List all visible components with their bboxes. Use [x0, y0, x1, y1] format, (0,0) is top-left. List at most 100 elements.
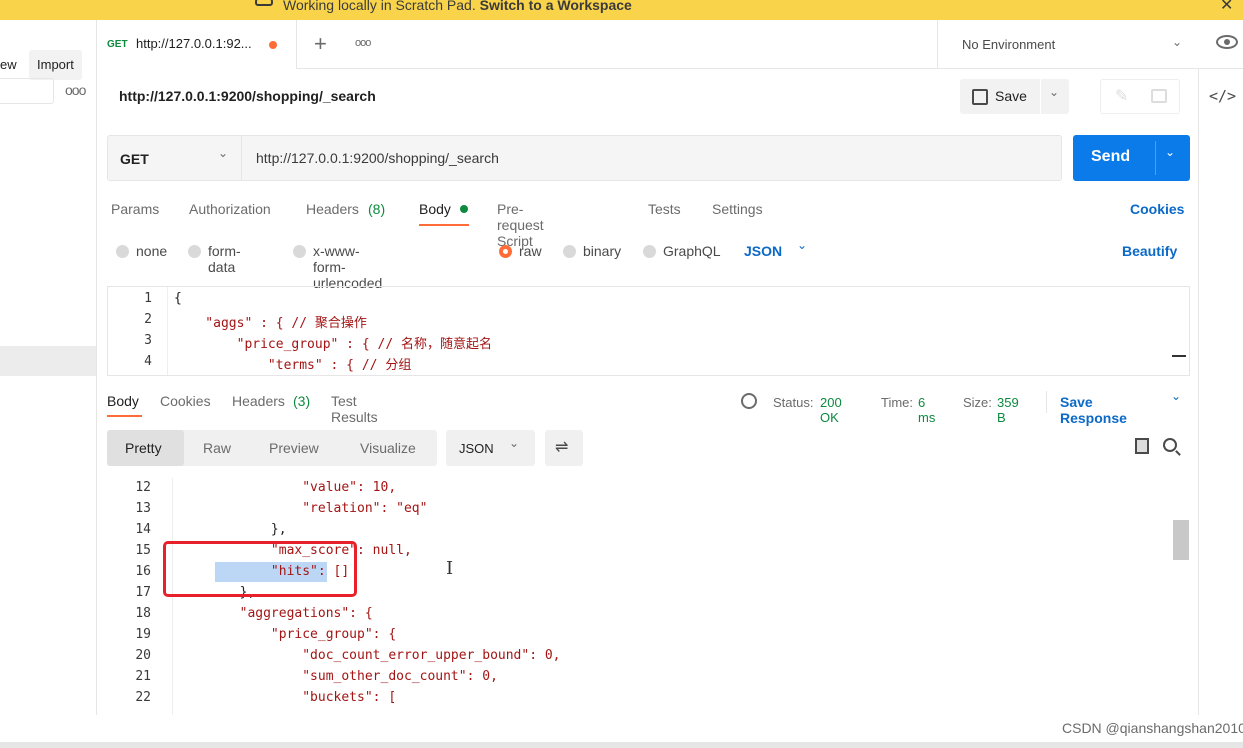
view-pretty[interactable]: Pretty — [125, 440, 162, 456]
view-preview[interactable]: Preview — [269, 440, 319, 456]
globe-icon[interactable] — [741, 393, 757, 409]
radio-binary[interactable] — [563, 245, 576, 258]
view-raw[interactable]: Raw — [203, 440, 231, 456]
method-select[interactable]: GET ⌄ — [108, 136, 242, 180]
tab-authorization[interactable]: Authorization — [189, 201, 271, 217]
label-graphql: GraphQL — [663, 243, 721, 259]
line-number: 19 — [135, 627, 151, 642]
resp-tab-cookies[interactable]: Cookies — [160, 393, 211, 409]
tab-settings[interactable]: Settings — [712, 201, 763, 217]
banner-message: Working locally in Scratch Pad. Switch t… — [283, 0, 632, 18]
scratchpad-banner: Working locally in Scratch Pad. Switch t… — [0, 0, 1243, 20]
status-value: 200 OK — [820, 395, 842, 425]
new-button[interactable]: ew — [0, 50, 25, 80]
radio-graphql[interactable] — [643, 245, 656, 258]
save-label: Save — [995, 88, 1027, 104]
resize-handle[interactable] — [1172, 355, 1186, 357]
unsaved-dot-icon — [269, 41, 277, 49]
import-button[interactable]: Import — [29, 50, 82, 80]
resp-active-underline — [107, 415, 142, 417]
tab-tests[interactable]: Tests — [648, 201, 681, 217]
label-none: none — [136, 243, 168, 259]
save-button[interactable]: Save — [960, 79, 1040, 114]
highlight-box — [163, 541, 357, 597]
format-label: JSON — [459, 441, 494, 456]
line-number: 18 — [135, 606, 151, 621]
beautify-link[interactable]: Beautify — [1122, 243, 1177, 259]
label-raw: raw — [519, 243, 542, 259]
more-icon[interactable]: ooo — [65, 82, 86, 98]
search-icon-handle — [1175, 450, 1181, 456]
code-line: "doc_count_error_upper_bound": 0, — [177, 648, 561, 663]
radio-urlencoded[interactable] — [293, 245, 306, 258]
send-divider — [1155, 141, 1156, 175]
code-line: { — [174, 291, 182, 306]
label-urlencoded: x-www-form-urlencoded — [313, 243, 383, 291]
request-tab[interactable]: GET http://127.0.0.1:92... — [97, 20, 297, 69]
send-label: Send — [1091, 148, 1131, 165]
json-type-select[interactable]: JSON — [744, 243, 782, 259]
code-line: "price_group": { — [177, 627, 397, 642]
close-icon[interactable]: ✕ — [1220, 0, 1233, 15]
new-tab-plus-icon[interactable]: + — [314, 31, 327, 57]
line-number: 14 — [135, 522, 151, 537]
tab-prerequest[interactable]: Pre-request Script — [497, 201, 544, 249]
size-label: Size: — [963, 395, 992, 410]
headers-count: (8) — [368, 201, 386, 217]
body-status-dot — [460, 205, 468, 213]
radio-none[interactable] — [116, 245, 129, 258]
code-icon[interactable]: </> — [1209, 87, 1236, 105]
resp-tab-body[interactable]: Body — [107, 393, 139, 409]
response-body[interactable]: 12 13 14 15 16 17 18 19 20 21 22 "value"… — [107, 478, 1190, 715]
tab-more-icon[interactable]: ooo — [355, 37, 371, 49]
tab-params[interactable]: Params — [111, 201, 159, 217]
time-label: Time: — [881, 395, 914, 410]
sidebar-selected-row[interactable] — [0, 346, 96, 376]
edit-button[interactable]: ✎ — [1100, 79, 1180, 114]
code-line: }, — [177, 522, 287, 537]
chevron-down-icon[interactable]: ⌄ — [1171, 389, 1181, 403]
save-icon — [972, 89, 988, 105]
send-button[interactable]: Send ⌄ — [1073, 135, 1190, 181]
eye-pupil-icon — [1224, 39, 1230, 45]
tab-body[interactable]: Body — [419, 201, 451, 217]
request-body-editor[interactable]: 1 2 3 4 { "aggs" : { // 聚合操作 "price_grou… — [107, 286, 1190, 376]
label-binary: binary — [583, 243, 622, 259]
scrollbar-thumb[interactable] — [1173, 520, 1189, 560]
request-header: http://127.0.0.1:9200/shopping/_search S… — [97, 69, 1197, 124]
status-label: Status: — [773, 395, 814, 410]
chevron-down-icon: ⌄ — [797, 238, 808, 252]
switch-workspace-link[interactable]: Switch to a Workspace — [480, 0, 632, 13]
cookies-link[interactable]: Cookies — [1130, 201, 1184, 217]
radio-form-data[interactable] — [188, 245, 201, 258]
tab-headers[interactable]: Headers — [306, 201, 359, 217]
gutter-divider — [167, 287, 168, 375]
code-line: "price_group" : { // 名称，随意起名 — [174, 337, 492, 352]
chevron-down-icon[interactable]: ⌄ — [1165, 145, 1175, 159]
wrap-lines-icon: ⇌ — [555, 439, 569, 456]
environment-selector[interactable]: No Environment ⌄ — [937, 20, 1199, 69]
copy-icon[interactable] — [1135, 438, 1149, 454]
banner-prefix: Working locally in Scratch Pad. — [283, 0, 476, 13]
url-input[interactable]: http://127.0.0.1:9200/shopping/_search — [256, 150, 499, 166]
wrap-lines-button[interactable]: ⇌ — [545, 430, 583, 466]
line-number: 4 — [144, 354, 152, 369]
line-number: 21 — [135, 669, 151, 684]
code-line: "buckets": [ — [177, 690, 397, 705]
csdn-watermark: CSDN @qianshangshan2010 — [1062, 720, 1243, 736]
line-number: 13 — [135, 501, 151, 516]
save-response-button[interactable]: Save Response — [1060, 394, 1127, 426]
response-format-select[interactable]: JSON ⌄ — [446, 430, 535, 466]
bottom-strip — [0, 742, 1243, 748]
save-dropdown-button[interactable]: ⌄ — [1041, 79, 1069, 114]
view-visualize[interactable]: Visualize — [360, 440, 416, 456]
bottom-status-bar: CSDN @qianshangshan2010 — [0, 715, 1243, 748]
resp-headers-count: (3) — [293, 393, 311, 409]
code-line: "value": 10, — [177, 480, 397, 495]
sidebar-search[interactable] — [0, 78, 54, 104]
line-number: 3 — [144, 333, 152, 348]
resp-tab-test-results[interactable]: Test Results — [331, 393, 378, 425]
resp-tab-headers[interactable]: Headers — [232, 393, 285, 409]
request-title: http://127.0.0.1:9200/shopping/_search — [119, 88, 376, 104]
radio-raw[interactable] — [499, 245, 512, 258]
